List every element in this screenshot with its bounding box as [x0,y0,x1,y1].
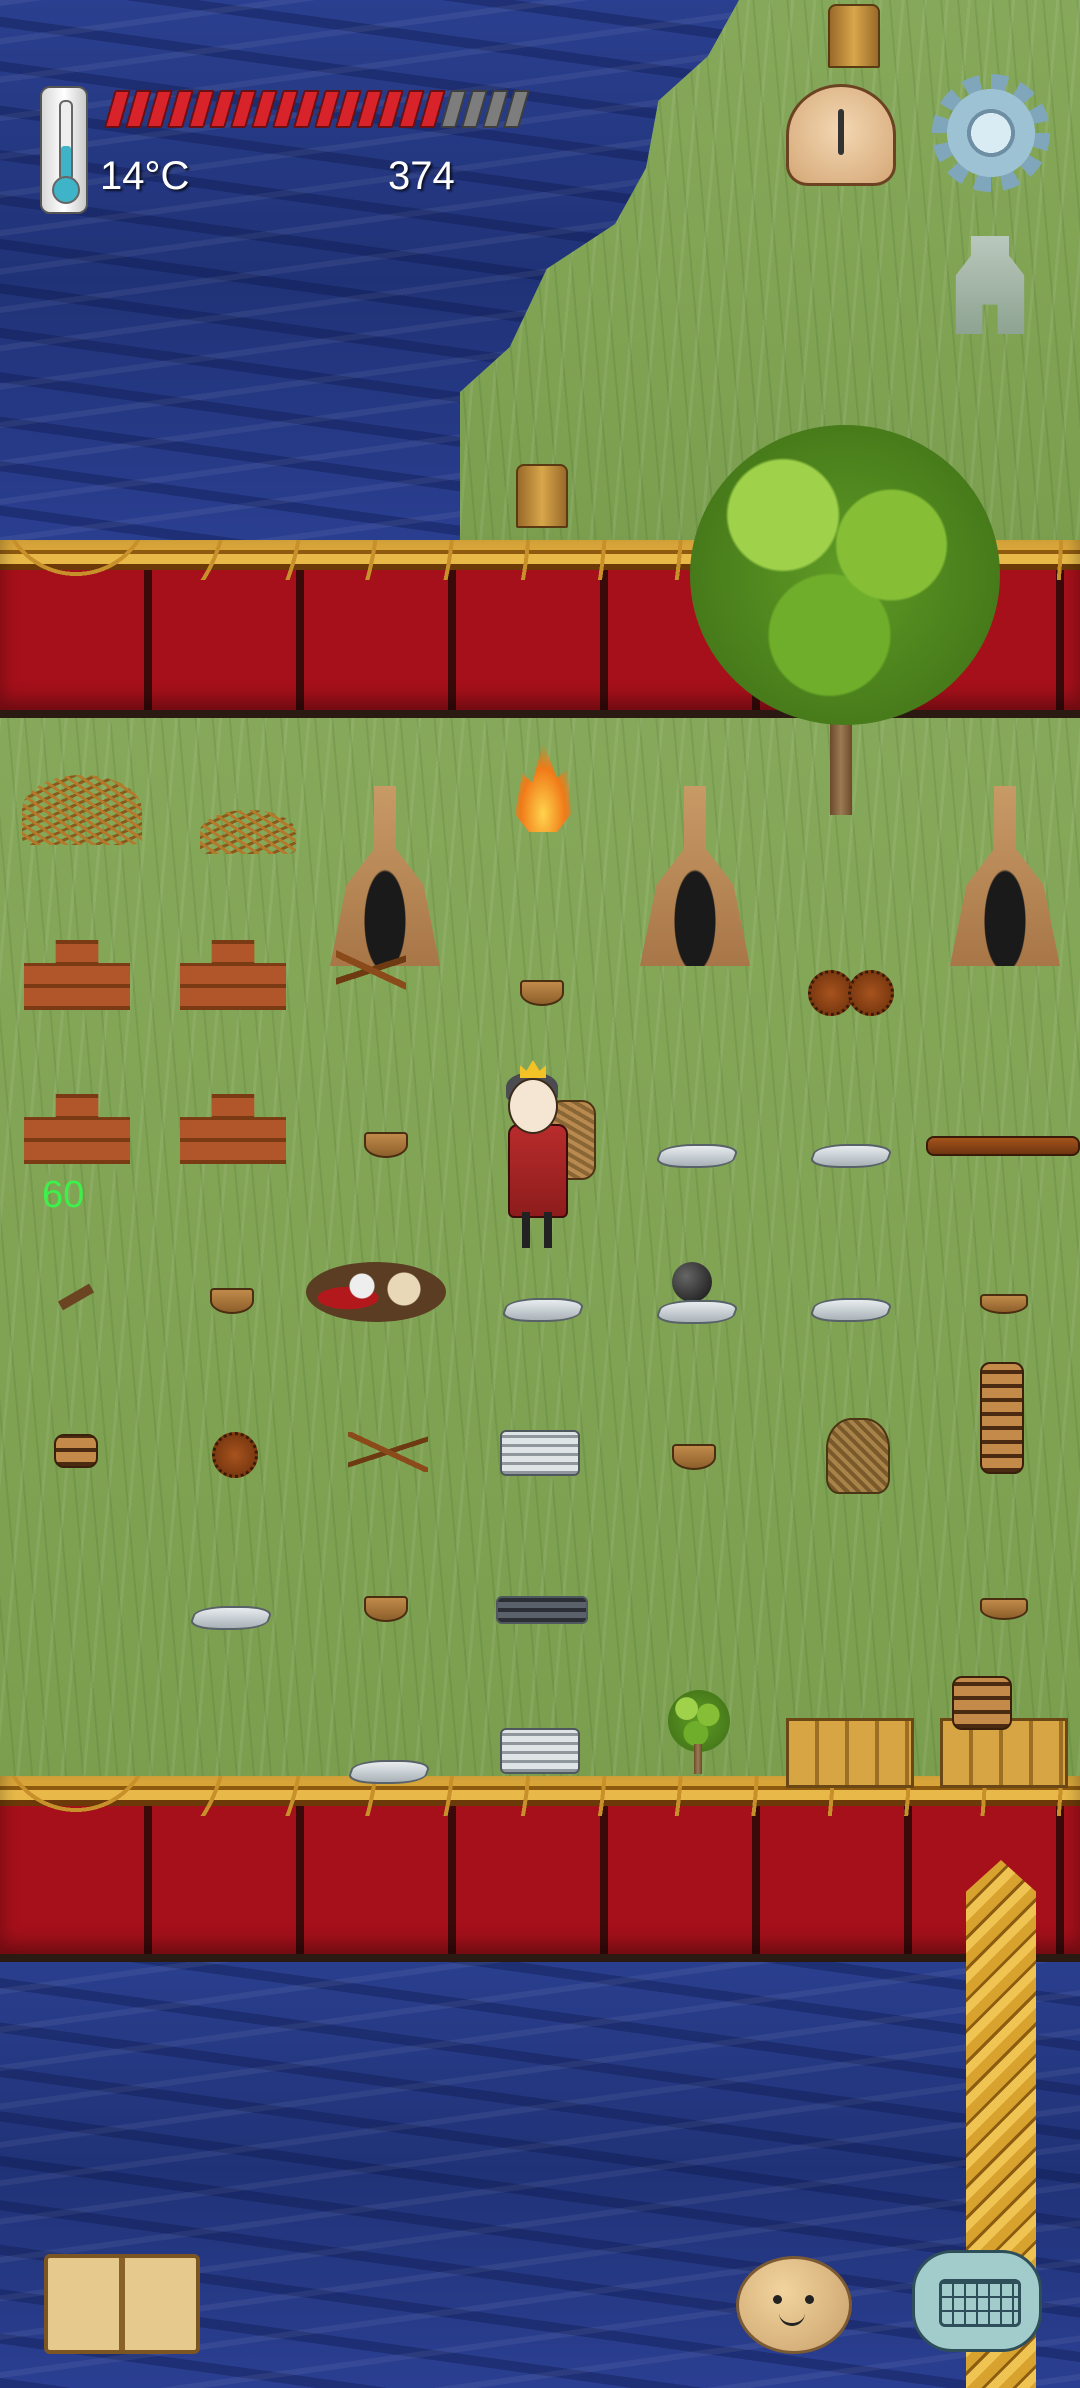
clay-plate[interactable] [980,1598,1028,1620]
gear-icon[interactable] [932,74,1050,192]
food-meter [103,90,530,128]
clay-bowl[interactable] [210,1288,254,1314]
keyboard-chat-icon[interactable] [912,2250,1042,2352]
sapling[interactable] [668,1690,730,1752]
flat-stone-stack[interactable] [500,1728,580,1774]
player-avatar[interactable] [508,1078,558,1134]
slate-stack[interactable] [496,1596,588,1624]
clay-plate[interactable] [980,1294,1028,1314]
crossed-sticks[interactable] [348,1432,428,1472]
flat-stone-stack[interactable] [500,1430,580,1476]
player-leg [544,1212,552,1248]
player-body [508,1124,568,1218]
thermometer-icon [40,86,88,214]
clay-plate-stack[interactable] [54,1434,98,1468]
burdock-burr[interactable] [848,970,894,1016]
potato-emote-icon[interactable] [736,2256,852,2354]
yum-score: 374 [388,154,455,198]
book-icon[interactable] [44,2254,200,2354]
grass-field [0,700,1080,1810]
kindling-pile[interactable] [22,775,142,845]
clay-plate-stack[interactable] [980,1362,1024,1474]
property-post[interactable] [516,464,568,528]
kindling-pile[interactable] [200,810,296,854]
bones-grave[interactable] [306,1262,446,1322]
clay-bowl[interactable] [520,980,564,1006]
woven-basket[interactable] [826,1418,890,1494]
temperature-readout: 14°C [100,154,190,198]
clay-bowl[interactable] [672,1444,716,1470]
burdock-burr[interactable] [212,1432,258,1478]
charcoal-on-stone[interactable] [672,1262,712,1302]
time-clock-icon[interactable] [786,84,896,186]
clay-bowl[interactable] [364,1132,408,1158]
property-post[interactable] [828,4,880,68]
clay-bowl[interactable] [364,1596,408,1622]
wall-bottom [0,1776,1080,1962]
maple-tree[interactable] [690,425,1000,725]
plate-stack-on-crate[interactable] [952,1676,1012,1730]
floating-number: 60 [42,1174,85,1216]
butt-log[interactable] [926,1136,1080,1156]
sapling-trunk [694,1744,702,1774]
crate-with-baskets[interactable] [786,1718,914,1788]
fire-bow-drill[interactable] [336,940,406,1000]
player-leg [522,1212,530,1248]
